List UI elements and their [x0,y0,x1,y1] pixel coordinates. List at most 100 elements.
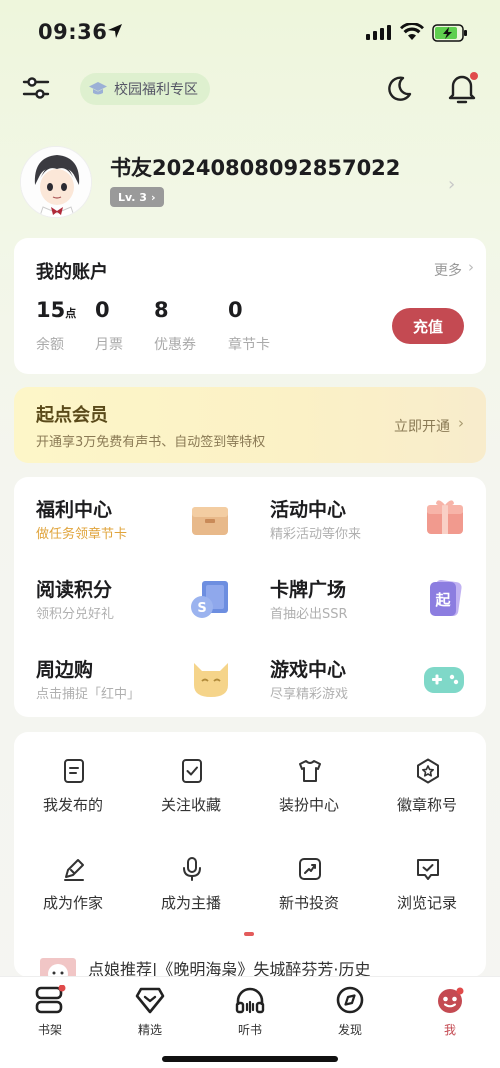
grid-item-welfare-center[interactable]: 福利中心 做任务领章节卡 [14,477,250,557]
account-card: 我的账户 更多 › 15点 余额 0 月票 8 优惠券 0 章节卡 充值 [14,238,486,374]
profile-chevron-right-icon[interactable]: › [448,174,455,195]
tool-new-book-investment[interactable]: 新书投资 [253,852,365,922]
tool-become-writer[interactable]: 成为作家 [17,852,129,922]
settings-sliders-icon[interactable] [22,74,50,102]
tab-bookshelf[interactable]: 书架 [0,984,100,1038]
tool-dress-up-center[interactable]: 装扮中心 [253,754,365,824]
badge-star-icon [417,758,439,784]
night-mode-moon-icon[interactable] [384,74,414,104]
balance-value[interactable]: 15点 [36,298,76,322]
tab-audiobooks[interactable]: 听书 [200,985,300,1038]
tab-label: 精选 [137,1023,162,1037]
tool-become-anchor[interactable]: 成为主播 [135,852,247,922]
tab-me[interactable]: 我 [400,985,500,1038]
graduation-cap-icon [89,82,107,95]
svg-text:起: 起 [434,591,451,609]
tool-label: 成为主播 [160,894,221,912]
grid-item-subtitle: 尽享精彩游戏 [270,687,349,702]
tool-badge-title[interactable]: 徽章称号 [371,754,483,824]
wifi-icon [400,23,424,40]
notification-dot [470,72,478,80]
vip-membership-banner[interactable]: 起点会员 开通享3万免费有声书、自动签到等特权 立即开通 › [14,387,486,463]
chevron-right-icon[interactable]: › [468,258,474,276]
box-icon [192,507,228,535]
tab-featured[interactable]: 精选 [100,985,200,1038]
shirt-icon [299,760,321,782]
grid-item-subtitle: 点击捕捉「红中」 [36,687,141,702]
grid-item-game-center[interactable]: 游戏中心 尽享精彩游戏 [250,637,486,717]
tab-label: 发现 [337,1023,362,1037]
headphones-icon [235,987,265,1014]
grid-item-subtitle: 做任务领章节卡 [36,527,128,542]
cellular-signal-icon [366,25,391,40]
grid-item-subtitle: 精彩活动等你来 [270,527,362,542]
battery-charging-icon [432,24,467,42]
tool-browse-history[interactable]: 浏览记录 [371,852,483,922]
chevron-right-icon[interactable]: › [458,414,464,432]
grid-item-merch-shop[interactable]: 周边购 点击捕捉「红中」 [14,637,250,717]
grid-item-subtitle: 领积分兑好礼 [36,607,115,622]
chapter-card-label: 章节卡 [228,337,270,353]
coin-book-icon: S [191,581,228,618]
tool-label: 成为作家 [42,894,103,912]
tool-follow-favorites[interactable]: 关注收藏 [135,754,247,824]
history-icon [417,859,439,880]
news-text[interactable]: 点娘推荐|《晚明海枭》失城醉芬芳·历史 [88,956,474,976]
tools-card: 我发布的 关注收藏 装扮中心 徽章称号 成为作家 成为主播 新书投资 浏览记录 [14,732,486,977]
recharge-button[interactable]: 充值 [392,308,464,344]
card-icon: 起 [430,580,462,616]
balance-label: 余额 [36,337,64,353]
level-text: Lv. 3 [118,190,147,204]
compass-icon [336,986,364,1014]
tab-label: 听书 [237,1023,262,1037]
monthly-ticket-value[interactable]: 0 [95,298,110,322]
chapter-card-value[interactable]: 0 [228,298,243,322]
grid-item-title: 活动中心 [270,499,347,521]
tab-label: 我 [443,1023,456,1037]
bookshelf-icon [35,984,66,1014]
tab-discover[interactable]: 发现 [300,985,400,1038]
username[interactable]: 书友20240808092857022 [110,152,400,182]
page-indicator-dot [244,932,254,936]
feature-grid-card: 福利中心 做任务领章节卡 活动中心 精彩活动等你来 阅读积分 领积分兑好礼 S … [14,477,486,717]
vip-subtitle: 开通享3万免费有声书、自动签到等特权 [36,435,266,450]
campus-welfare-pill[interactable]: 校园福利专区 [80,73,210,105]
tool-label: 我发布的 [42,796,103,814]
trend-up-icon [299,858,321,880]
grid-item-title: 卡牌广场 [270,579,347,601]
grid-item-subtitle: 首抽必出SSR [270,607,348,622]
tool-my-posts[interactable]: 我发布的 [17,754,129,824]
grid-item-activity-center[interactable]: 活动中心 精彩活动等你来 [250,477,486,557]
grid-item-title: 周边购 [36,659,94,681]
tool-label: 徽章称号 [396,796,457,814]
coupon-label: 优惠券 [154,337,196,353]
monthly-ticket-label: 月票 [95,337,123,353]
grid-item-title: 游戏中心 [270,659,347,681]
svg-text:S: S [197,601,206,616]
pen-icon [64,859,84,881]
profile-icon [438,987,464,1013]
grid-item-reading-points[interactable]: 阅读积分 领积分兑好礼 S [14,557,250,637]
tool-label: 浏览记录 [396,894,457,912]
anime-avatar-icon [21,147,91,217]
diamond-icon [135,987,165,1014]
vip-title: 起点会员 [36,405,108,426]
bookmark-check-icon [182,759,202,783]
level-badge[interactable]: Lv. 3 › [110,187,164,207]
account-more-link[interactable]: 更多 [434,260,462,280]
grid-item-title: 福利中心 [36,499,113,521]
bottom-tab-bar: 书架 精选 听书 发现 我 [0,976,500,1068]
tab-label: 书架 [37,1023,62,1037]
gift-icon [427,500,463,534]
vip-open-button[interactable]: 立即开通 [394,416,450,436]
tool-label: 关注收藏 [160,796,221,814]
tool-label: 装扮中心 [278,796,339,814]
document-icon [64,759,84,783]
account-title: 我的账户 [36,262,108,283]
coupon-value[interactable]: 8 [154,298,169,322]
microphone-icon [183,857,201,881]
chevron-right-icon: › [150,190,156,204]
grid-item-card-plaza[interactable]: 卡牌广场 首抽必出SSR 起 [250,557,486,637]
status-time: 09:36 [38,20,108,44]
avatar[interactable] [20,146,92,218]
